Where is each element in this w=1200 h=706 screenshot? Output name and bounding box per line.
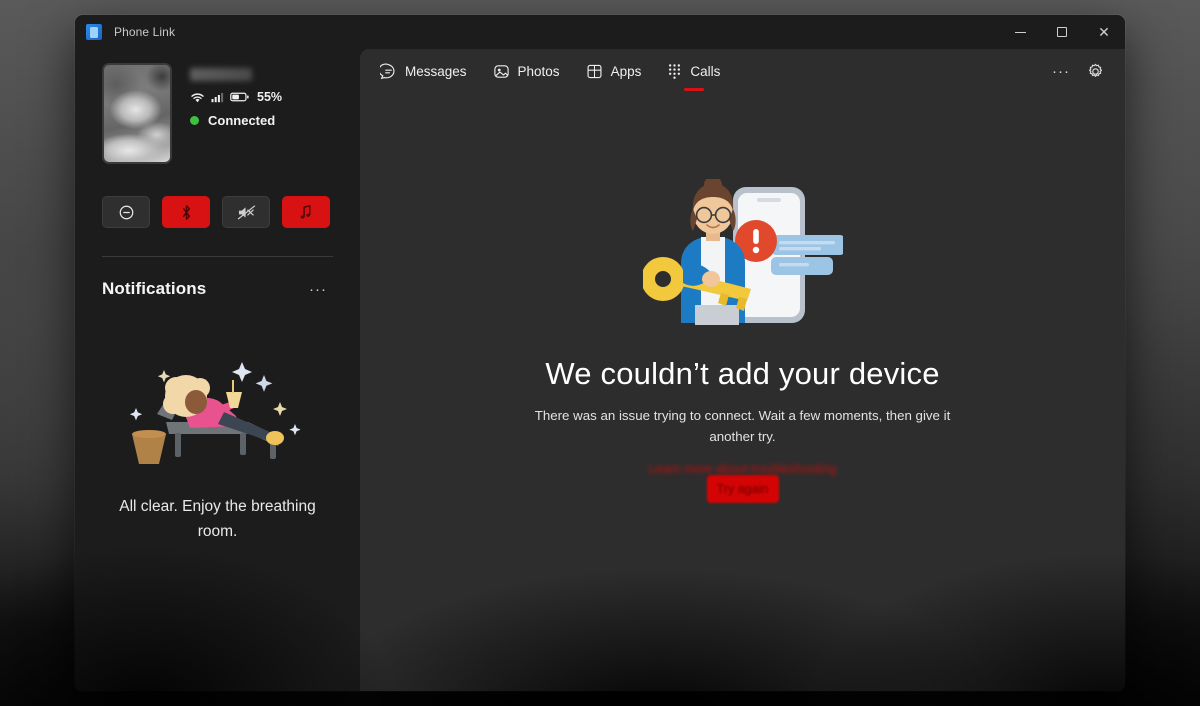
battery-percent: 55% — [257, 90, 283, 104]
main-panel: Messages Photos Apps Calls ··· We couldn… — [360, 49, 1125, 691]
tab-calls[interactable]: Calls — [655, 52, 732, 90]
notifications-empty-state: All clear. Enjoy the breathing room. — [102, 299, 333, 691]
more-options-button[interactable]: ··· — [1045, 55, 1077, 87]
volume-mute-icon — [237, 204, 255, 219]
tab-messages-label: Messages — [405, 63, 467, 79]
phone-link-window: Phone Link ✕ 55% Connected Notifications… — [75, 15, 1125, 691]
cellular-signal-icon — [211, 93, 224, 103]
tab-calls-label: Calls — [690, 63, 721, 79]
tab-photos[interactable]: Photos — [481, 52, 572, 90]
minimize-icon — [1014, 31, 1026, 33]
music-note-icon — [300, 204, 311, 219]
bluetooth-button[interactable] — [162, 196, 210, 228]
bluetooth-icon — [182, 204, 190, 220]
tab-apps[interactable]: Apps — [574, 52, 654, 90]
titlebar: Phone Link ✕ — [75, 15, 1125, 49]
notifications-more-button[interactable]: ··· — [303, 280, 333, 299]
window-title: Phone Link — [114, 25, 176, 39]
notifications-header: Notifications ··· — [102, 279, 333, 299]
minimize-button[interactable] — [999, 15, 1041, 49]
messages-icon — [380, 63, 395, 79]
wifi-icon — [191, 93, 204, 102]
media-button[interactable] — [282, 196, 330, 228]
notifications-title: Notifications — [102, 279, 207, 298]
maximize-icon — [1057, 27, 1067, 37]
error-description: There was an issue trying to connect. Wa… — [534, 408, 951, 444]
connection-status-label: Connected — [208, 113, 276, 128]
phone-wallpaper-thumbnail[interactable] — [102, 63, 172, 164]
more-options-icon: ··· — [1052, 62, 1070, 80]
connection-status-dot — [190, 116, 199, 125]
tab-photos-label: Photos — [517, 63, 560, 79]
dialpad-icon — [669, 63, 681, 79]
do-not-disturb-icon — [119, 205, 133, 219]
settings-button[interactable] — [1079, 55, 1111, 87]
try-again-button[interactable]: Try again — [706, 475, 779, 504]
close-button[interactable]: ✕ — [1083, 15, 1125, 49]
sidebar: 55% Connected Notifications ··· All clea… — [75, 49, 360, 691]
desktop-background: Phone Link ✕ 55% Connected Notifications… — [0, 0, 1200, 706]
window-controls: ✕ — [999, 15, 1125, 49]
mute-button[interactable] — [222, 196, 270, 228]
gear-icon — [1088, 63, 1102, 77]
quick-actions — [102, 196, 333, 228]
close-icon: ✕ — [1098, 24, 1110, 40]
error-title: We couldn’t add your device — [545, 356, 940, 391]
apps-grid-icon — [587, 64, 602, 78]
person-relaxing-lounge-chair-illustration — [129, 361, 301, 464]
window-body: 55% Connected Notifications ··· All clea… — [75, 49, 1125, 691]
error-state: We couldn’t add your device There was an… — [360, 93, 1125, 691]
photos-icon — [493, 64, 509, 78]
maximize-button[interactable] — [1041, 15, 1083, 49]
troubleshooting-link[interactable]: Learn more about troubleshooting — [649, 462, 837, 476]
battery-icon — [230, 92, 249, 102]
device-status-row: 55% — [190, 90, 282, 104]
main-nav: Messages Photos Apps Calls ··· — [360, 49, 1125, 93]
sidebar-divider — [102, 256, 333, 257]
phone-link-logo-icon — [86, 24, 102, 40]
tab-messages[interactable]: Messages — [368, 52, 479, 90]
device-meta: 55% Connected — [190, 63, 282, 164]
connection-status: Connected — [190, 113, 282, 128]
device-name — [190, 68, 252, 81]
notifications-empty-text: All clear. Enjoy the breathing room. — [119, 497, 316, 540]
device-summary: 55% Connected — [102, 63, 333, 164]
tab-apps-label: Apps — [610, 63, 642, 79]
woman-with-key-and-phone-error-illustration — [642, 179, 843, 325]
do-not-disturb-button[interactable] — [102, 196, 150, 228]
